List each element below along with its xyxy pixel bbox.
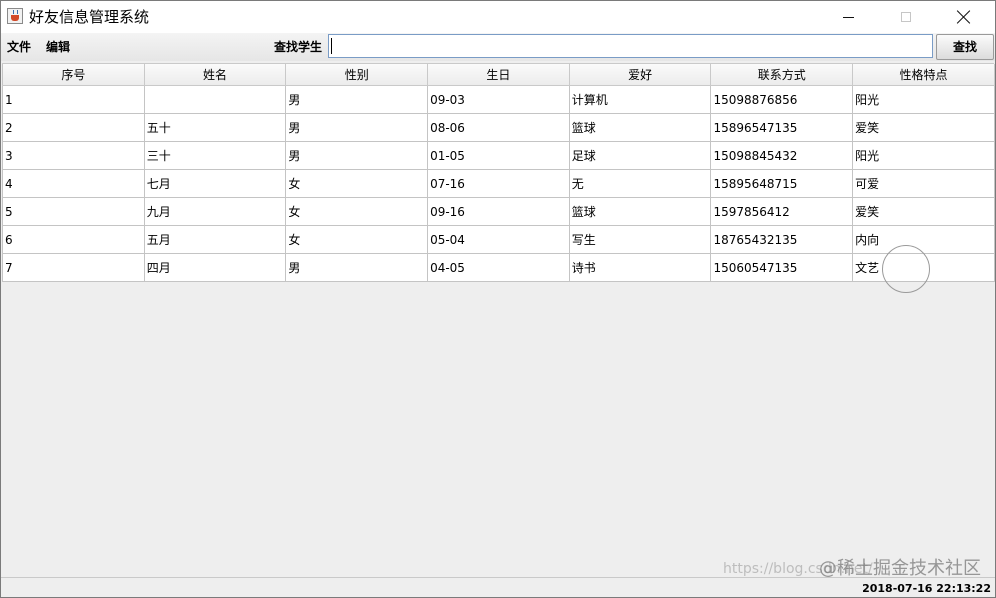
table-cell[interactable]: 04-05 (427, 253, 570, 282)
table-cell[interactable]: 爱笑 (852, 197, 995, 226)
table-cell[interactable]: 篮球 (569, 197, 712, 226)
cursor-highlight-ring (882, 245, 930, 293)
minimize-button[interactable] (819, 1, 877, 33)
table-cell[interactable]: 内向 (852, 225, 995, 254)
table-row[interactable]: 5 九月 女 09-16 篮球 1597856412 爱笑 (2, 197, 995, 226)
table-cell[interactable]: 女 (285, 225, 429, 254)
table-cell[interactable]: 爱笑 (852, 113, 995, 142)
close-button[interactable] (935, 1, 993, 33)
table-cell[interactable]: 09-16 (427, 197, 570, 226)
status-datetime: 2018-07-16 22:13:22 (862, 582, 991, 595)
table-cell[interactable]: 无 (569, 169, 712, 198)
table-cell[interactable]: 01-05 (427, 141, 570, 170)
window-title: 好友信息管理系统 (29, 8, 150, 26)
table-cell[interactable]: 07-16 (427, 169, 570, 198)
app-window: 好友信息管理系统 文件 编辑 查找学生 查找 序号 姓名 性别 生日 爱好 联系… (0, 0, 996, 598)
menu-file[interactable]: 文件 (7, 39, 31, 55)
search-input[interactable] (328, 34, 933, 58)
column-header-contact[interactable]: 联系方式 (710, 64, 854, 86)
table-cell[interactable]: 15895648715 (710, 169, 854, 198)
maximize-button[interactable] (877, 1, 935, 33)
title-bar[interactable]: 好友信息管理系统 (1, 1, 995, 33)
search-label: 查找学生 (274, 40, 323, 54)
table-cell[interactable] (144, 85, 287, 114)
table-cell[interactable]: 男 (285, 85, 429, 114)
table-row[interactable]: 6 五月 女 05-04 写生 18765432135 内向 (2, 225, 995, 254)
friends-table: 序号 姓名 性别 生日 爱好 联系方式 性格特点 1 男 09-03 计算机 1… (2, 63, 995, 282)
table-cell[interactable]: 九月 (144, 197, 287, 226)
table-cell[interactable]: 15098876856 (710, 85, 854, 114)
table-cell[interactable]: 足球 (569, 141, 712, 170)
table-cell[interactable]: 1 (2, 85, 145, 114)
table-cell[interactable]: 篮球 (569, 113, 712, 142)
table-cell[interactable]: 五十 (144, 113, 287, 142)
table-cell[interactable]: 4 (2, 169, 145, 198)
table-cell[interactable]: 写生 (569, 225, 712, 254)
table-cell[interactable]: 七月 (144, 169, 287, 198)
table-cell[interactable]: 男 (285, 113, 429, 142)
table-cell[interactable]: 女 (285, 197, 429, 226)
maximize-icon (901, 12, 911, 22)
table-cell[interactable]: 阳光 (852, 141, 995, 170)
table-row[interactable]: 1 男 09-03 计算机 15098876856 阳光 (2, 85, 995, 114)
table-row[interactable]: 4 七月 女 07-16 无 15895648715 可爱 (2, 169, 995, 198)
table-cell[interactable]: 阳光 (852, 85, 995, 114)
table-cell[interactable]: 7 (2, 253, 145, 282)
menu-edit[interactable]: 编辑 (46, 39, 70, 55)
table-cell[interactable]: 可爱 (852, 169, 995, 198)
table-cell[interactable]: 08-06 (427, 113, 570, 142)
table-cell[interactable]: 2 (2, 113, 145, 142)
table-cell[interactable]: 男 (285, 141, 429, 170)
column-header-birthday[interactable]: 生日 (427, 64, 570, 86)
search-button[interactable]: 查找 (936, 34, 994, 60)
table-cell[interactable]: 四月 (144, 253, 287, 282)
table-cell[interactable]: 18765432135 (710, 225, 854, 254)
menu-bar: 文件 编辑 查找学生 查找 (1, 33, 995, 61)
table-row[interactable]: 7 四月 男 04-05 诗书 15060547135 文艺 (2, 253, 995, 282)
table-header-row: 序号 姓名 性别 生日 爱好 联系方式 性格特点 (2, 64, 995, 86)
close-icon (957, 10, 971, 24)
table-cell[interactable]: 男 (285, 253, 429, 282)
column-header-gender[interactable]: 性别 (285, 64, 429, 86)
table-cell[interactable]: 5 (2, 197, 145, 226)
minimize-icon (842, 16, 854, 18)
table-row[interactable]: 2 五十 男 08-06 篮球 15896547135 爱笑 (2, 113, 995, 142)
table-cell[interactable]: 女 (285, 169, 429, 198)
table-cell[interactable]: 五月 (144, 225, 287, 254)
table-cell[interactable]: 诗书 (569, 253, 712, 282)
table-cell[interactable]: 15060547135 (710, 253, 854, 282)
table-cell[interactable]: 09-03 (427, 85, 570, 114)
table-cell[interactable]: 05-04 (427, 225, 570, 254)
table-cell[interactable]: 15098845432 (710, 141, 854, 170)
table-cell[interactable]: 计算机 (569, 85, 712, 114)
text-caret (331, 38, 332, 54)
table-cell[interactable]: 6 (2, 225, 145, 254)
java-cup-icon[interactable] (7, 8, 23, 24)
column-header-hobby[interactable]: 爱好 (569, 64, 712, 86)
column-header-name[interactable]: 姓名 (144, 64, 287, 86)
table-cell[interactable]: 3 (2, 141, 145, 170)
column-header-personality[interactable]: 性格特点 (852, 64, 995, 86)
table-cell[interactable]: 15896547135 (710, 113, 854, 142)
table-row[interactable]: 3 三十 男 01-05 足球 15098845432 阳光 (2, 141, 995, 170)
table-cell[interactable]: 三十 (144, 141, 287, 170)
status-bar: 2018-07-16 22:13:22 (1, 577, 995, 597)
table-cell[interactable]: 1597856412 (710, 197, 854, 226)
column-header-index[interactable]: 序号 (2, 64, 145, 86)
